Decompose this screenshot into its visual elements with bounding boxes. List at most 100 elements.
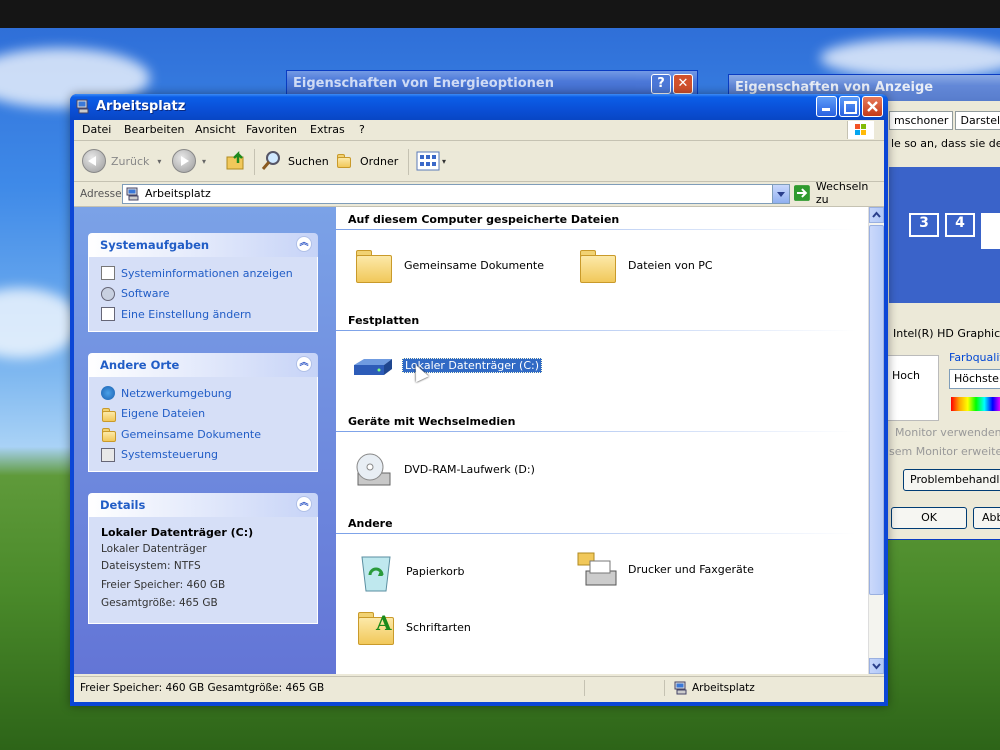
search-label: Suchen <box>288 154 329 168</box>
back-icon <box>82 149 106 173</box>
maximize-button[interactable] <box>839 96 860 117</box>
ok-button[interactable]: OK <box>891 507 967 529</box>
link-shared-documents[interactable]: Gemeinsame Dokumente <box>101 424 317 445</box>
link-control-panel-label: Systemsteuerung <box>121 448 219 462</box>
content-area: Auf diesem Computer gespeicherte Dateien… <box>336 207 868 674</box>
views-icon <box>416 151 440 171</box>
close-icon <box>867 101 878 112</box>
details-free: Freier Speicher: 460 GB <box>101 578 226 591</box>
dvd-drive-icon <box>356 453 391 486</box>
color-bar <box>951 397 1000 411</box>
chevron-up-icon[interactable]: ︽ <box>296 496 312 512</box>
link-network-label: Netzwerkumgebung <box>121 386 232 400</box>
extend-desktop-label[interactable]: sem Monitor erweitern <box>889 445 1000 458</box>
folders-icon <box>336 153 352 169</box>
computer-icon <box>126 187 139 201</box>
item-dvd-drive[interactable]: DVD-RAM-Laufwerk (D:) <box>352 447 535 491</box>
color-quality-label: Farbqualitä <box>949 351 1000 364</box>
window-title: Arbeitsplatz <box>96 99 186 114</box>
link-shared-documents-label: Gemeinsame Dokumente <box>121 427 261 441</box>
monitor-4[interactable]: 4 <box>945 213 975 237</box>
close-button[interactable]: ✕ <box>673 74 693 94</box>
views-button[interactable]: ▾ <box>416 149 446 173</box>
item-fonts[interactable]: A Schriftarten <box>354 605 471 649</box>
troubleshoot-button[interactable]: Problembehandlun <box>903 469 1000 491</box>
help-button[interactable]: ? <box>651 74 671 94</box>
color-quality-select[interactable]: Höchste ( <box>949 369 1000 389</box>
other-places-header[interactable]: Andere Orte ︽ <box>88 353 318 377</box>
system-tasks-header[interactable]: Systemaufgaben ︽ <box>88 233 318 257</box>
forward-button[interactable]: ▾ <box>172 149 206 173</box>
settings-hint: le so an, dass sie der p <box>891 137 1000 150</box>
details-header[interactable]: Details ︽ <box>88 493 318 517</box>
folder-icon <box>352 243 396 287</box>
link-software[interactable]: Software <box>101 284 317 305</box>
link-control-panel[interactable]: Systemsteuerung <box>101 445 317 466</box>
item-shared-documents[interactable]: Gemeinsame Dokumente <box>352 243 544 287</box>
folder-icon <box>101 407 116 422</box>
adapter-name: Intel(R) HD Graphics 3 <box>893 327 1000 340</box>
folder-icon <box>576 243 620 287</box>
group-header-drives: Festplatten <box>348 314 420 327</box>
back-label: Zurück <box>111 154 150 168</box>
tab-screensaver[interactable]: mschoner <box>889 111 954 130</box>
link-system-info[interactable]: Systeminformationen anzeigen <box>101 263 317 284</box>
toolbar: Zurück ▾ ▾ Suchen Ordner ▾ <box>74 141 884 182</box>
back-button[interactable]: Zurück ▾ <box>82 149 161 173</box>
item-printers[interactable]: Drucker und Faxgeräte <box>576 547 754 591</box>
menu-extras[interactable]: Extras <box>310 123 345 136</box>
item-fonts-label: Schriftarten <box>406 620 471 634</box>
item-recycle-bin[interactable]: Papierkorb <box>354 549 464 593</box>
computer-icon <box>674 681 687 695</box>
hard-disk-icon <box>354 359 392 375</box>
window-body: Datei Bearbeiten Ansicht Favoriten Extra… <box>74 120 884 702</box>
use-monitor-checkbox-label[interactable]: Monitor verwenden <box>895 426 1000 439</box>
address-value: Arbeitsplatz <box>145 187 211 200</box>
address-input[interactable]: Arbeitsplatz <box>122 184 790 204</box>
software-icon <box>101 286 115 301</box>
group-header-stored: Auf diesem Computer gespeicherte Dateien <box>348 213 620 226</box>
folders-label: Ordner <box>360 154 399 168</box>
monitor-preview: 3 4 <box>889 167 1000 303</box>
link-network[interactable]: Netzwerkumgebung <box>101 383 317 404</box>
address-label: Adresse <box>80 188 122 200</box>
go-button[interactable]: Wechseln zu <box>794 180 884 206</box>
tab-appearance[interactable]: Darstellung <box>955 111 1000 130</box>
windows-logo-icon <box>847 121 874 139</box>
item-pc-files[interactable]: Dateien von PC <box>576 243 713 287</box>
menu-bearbeiten[interactable]: Bearbeiten <box>124 123 184 136</box>
scroll-down-button[interactable] <box>869 658 884 674</box>
cancel-button[interactable]: Abb <box>973 507 1000 529</box>
status-bar: Freier Speicher: 460 GB Gesamtgröße: 465… <box>74 676 884 699</box>
item-pc-files-label: Dateien von PC <box>628 258 713 272</box>
fonts-folder-icon: A <box>354 605 398 649</box>
details-type: Lokaler Datenträger <box>101 543 207 555</box>
address-dropdown-button[interactable] <box>772 185 789 203</box>
search-button[interactable]: Suchen <box>260 149 329 173</box>
vertical-scrollbar[interactable] <box>868 207 884 674</box>
link-my-documents[interactable]: Eigene Dateien <box>101 404 317 425</box>
task-pane: Systemaufgaben ︽ Systeminformationen anz… <box>74 207 336 674</box>
scrollbar-thumb[interactable] <box>869 225 884 595</box>
scroll-up-button[interactable] <box>869 207 884 223</box>
menu-favoriten[interactable]: Favoriten <box>246 123 297 136</box>
status-left: Freier Speicher: 460 GB Gesamtgröße: 465… <box>80 682 325 694</box>
status-right: Arbeitsplatz <box>692 682 755 694</box>
up-button[interactable] <box>224 149 248 173</box>
minimize-button[interactable] <box>816 96 837 117</box>
chevron-up-icon[interactable]: ︽ <box>296 236 312 252</box>
link-change-setting[interactable]: Eine Einstellung ändern <box>101 304 317 325</box>
details-name: Lokaler Datenträger (C:) <box>101 526 254 539</box>
other-places-panel: Andere Orte ︽ Netzwerkumgebung Eigene Da… <box>88 353 318 472</box>
title-bar[interactable]: Arbeitsplatz <box>70 94 888 120</box>
close-button[interactable] <box>862 96 883 117</box>
folders-button[interactable]: Ordner <box>336 149 398 173</box>
menu-datei[interactable]: Datei <box>82 123 111 136</box>
go-arrow-icon <box>794 185 810 201</box>
chevron-up-icon[interactable]: ︽ <box>296 356 312 372</box>
go-label: Wechseln zu <box>815 180 869 206</box>
menu-help[interactable]: ? <box>359 123 365 136</box>
item-local-disk[interactable]: Lokaler Datenträger (C:) <box>350 343 543 387</box>
menu-ansicht[interactable]: Ansicht <box>195 123 236 136</box>
monitor-3[interactable]: 3 <box>909 213 939 237</box>
